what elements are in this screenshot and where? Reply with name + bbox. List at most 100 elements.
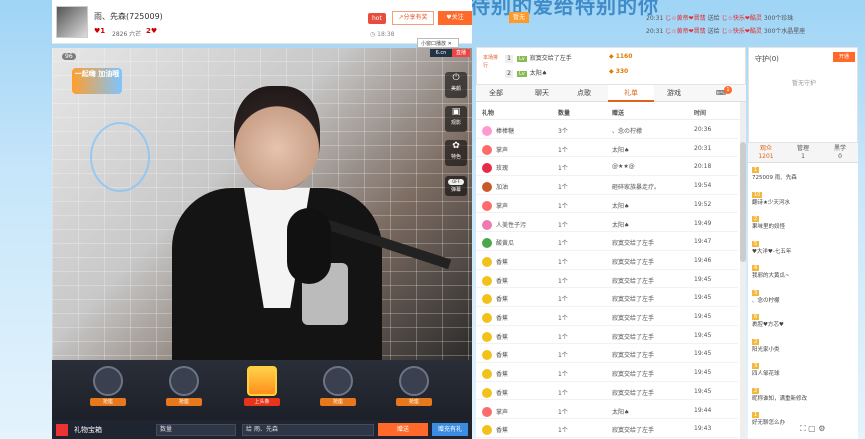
gift-time: 20:18 — [694, 163, 712, 171]
gift-sender[interactable]: 太阳♠ — [612, 407, 629, 416]
gift-name: 掌声 — [496, 146, 509, 154]
table-row: 加油 1个 砸碎家族暴走疗。 19:54 — [476, 176, 738, 195]
gift-sender[interactable]: 寂寞交给了左手 — [612, 238, 654, 247]
wealth-level: ♥1 — [94, 27, 106, 35]
gift-sender[interactable]: 寂寞交给了左手 — [612, 276, 654, 285]
close-icon[interactable]: ✕ — [448, 41, 452, 47]
table-row: 香蕉 1个 寂寞交给了左手 19:43 — [476, 419, 738, 438]
barrage-toggle[interactable]: OFF 弹幕 — [445, 176, 467, 196]
tab-audience[interactable]: 观众 1201 — [748, 145, 784, 161]
gift-sender[interactable]: 寂寞交给了左手 — [612, 369, 654, 378]
gift-sender[interactable]: 寂寞交给了左手 — [612, 425, 654, 434]
tab-games[interactable]: 游戏 — [654, 85, 694, 102]
tab-all[interactable]: 全部 — [476, 85, 516, 102]
gift-sender[interactable]: 寂寞交给了左手 — [612, 294, 654, 303]
level-badge: Lv — [517, 56, 527, 62]
gift-box-icon[interactable] — [56, 424, 68, 436]
gift-sender[interactable]: 寂寞交给了左手 — [612, 350, 654, 359]
watch-button[interactable]: ▣ 观影 — [445, 106, 467, 132]
tab-chat[interactable]: 聊天 — [522, 85, 562, 102]
audience-item[interactable]: 3 四人邹花球 — [752, 363, 856, 377]
seat-slot-3[interactable]: 抢座 — [320, 366, 356, 406]
live-video[interactable]: 96 一起嗨 加油哦 — [52, 48, 472, 360]
col-gift: 礼物 — [482, 110, 495, 117]
headline-slot[interactable]: 上头条 — [244, 366, 280, 406]
beauty-button[interactable]: ⏻ 美颜 — [445, 72, 467, 98]
table-row: 掌声 1个 太阳♠ 20:31 — [476, 139, 738, 158]
tab-songs[interactable]: 点歌 — [564, 85, 604, 102]
gift-sender[interactable]: 太阳♠ — [612, 220, 629, 229]
seat-avatar-icon — [93, 366, 123, 396]
gift-time: 19:45 — [694, 313, 712, 320]
gift-time: 19:45 — [694, 369, 712, 377]
notification-row: 20:31 じ☆黄帝❤晋翡 送给 じ☆快乐❤酷灵 300个珍珠 — [646, 15, 794, 22]
level-badge: 2 — [752, 387, 760, 394]
rank-row[interactable]: 1 Lv 寂寞交给了左手 ◆ 1160 — [505, 53, 632, 67]
audience-item[interactable]: 10 翻诗★少天河水 — [752, 191, 856, 206]
tab-admins[interactable]: 管理 1 — [785, 145, 821, 161]
gift-sender[interactable]: 太阳♠ — [612, 145, 629, 154]
gift-time: 19:45 — [694, 275, 712, 283]
fullscreen-icon[interactable]: ⛶ — [800, 424, 806, 433]
gift-icon — [482, 144, 492, 155]
seat-slot-2[interactable]: 抢座 — [166, 366, 202, 406]
gift-icon — [482, 406, 492, 417]
gift-time: 19:47 — [694, 238, 712, 246]
quantity-input[interactable]: 数量 — [156, 424, 236, 436]
toggle-switch[interactable]: OFF — [448, 179, 464, 185]
tab-blacklist[interactable]: 黑学 0 — [822, 145, 858, 161]
screenshot-icon[interactable]: ▢ — [808, 424, 816, 433]
gift-sender[interactable]: 寂寞交给了左手 — [612, 332, 654, 341]
gift-sender[interactable]: 砸碎家族暴走疗。 — [612, 182, 660, 191]
gift-icon — [482, 256, 492, 267]
tab-gift-list[interactable]: 礼单 — [608, 85, 654, 102]
gift-sender[interactable]: 寂寞交给了左手 — [612, 313, 654, 322]
effects-button[interactable]: ✿ 特色 — [445, 140, 467, 166]
follow-button[interactable]: ♥关注 — [438, 11, 472, 25]
gift-qty: 1个 — [558, 333, 568, 341]
gift-sender[interactable]: 太阳♠ — [612, 201, 629, 210]
gift-icon — [482, 275, 492, 286]
table-row: 香蕉 1个 寂寞交给了左手 19:45 — [476, 344, 738, 364]
audience-item[interactable]: 6 裹腔♥方芯♥ — [752, 314, 856, 328]
gift-name: 香蕉 — [496, 277, 509, 285]
audience-item[interactable]: 1 725009 雨、先森 — [752, 167, 856, 181]
gift-time: 19:44 — [694, 406, 712, 414]
gift-sender[interactable]: 寂寞交给了左手 — [612, 388, 654, 397]
anchor-avatar[interactable] — [56, 6, 88, 38]
gift-sender[interactable]: @★★@ — [612, 163, 635, 170]
rank-row[interactable]: 2 Lv 太阳♠ ◆ 330 — [505, 68, 628, 82]
audience-item[interactable]: 4 我邪的大黄瓜~ — [752, 265, 856, 279]
gift-sender[interactable]: 、念の柠檬 — [612, 126, 642, 135]
promo-banner-text: 待别的爱给特别的你 — [470, 0, 659, 18]
audience-name: 725009 雨、先森 — [752, 175, 797, 181]
gift-list-scrollbar[interactable] — [740, 102, 746, 439]
audience-item[interactable]: 2 阳光家小类 — [752, 338, 856, 353]
gift-qty: 1个 — [558, 165, 568, 173]
audience-item[interactable]: 5 ♥大洋♥-七五年 — [752, 240, 856, 255]
recipient-field[interactable]: 给 雨、先森 — [242, 424, 374, 436]
seat-bar: 抢座 抢座 上头条 抢座 抢座 — [52, 360, 472, 420]
gift-icon — [482, 387, 492, 398]
seat-avatar-icon — [399, 366, 429, 396]
audience-item[interactable]: 2 昵称谁知，满重新修改 — [752, 387, 856, 402]
microphone — [287, 208, 331, 284]
rank-status-tag: 暂无 — [509, 12, 530, 23]
audience-item[interactable]: 2 果味里的奴怪 — [752, 216, 856, 230]
recharge-button[interactable]: 赠充有礼 — [432, 423, 468, 436]
mini-window-tip[interactable]: 小窗口播放 ✕ — [417, 38, 459, 48]
send-gift-button[interactable]: 赠送 — [378, 423, 428, 436]
seat-slot-4[interactable]: 抢座 — [396, 366, 432, 406]
open-guardian-button[interactable]: 开通 — [833, 52, 855, 62]
audience-item[interactable]: 3 、念の柠檬 — [752, 289, 856, 304]
share-button[interactable]: ↗分享有奖 — [392, 11, 434, 25]
gift-name: 香蕉 — [496, 371, 509, 379]
gift-qty: 1个 — [558, 296, 568, 304]
seat-slot-1[interactable]: 抢座 — [90, 366, 126, 406]
level-badge: Lv — [517, 71, 527, 77]
gift-box-label[interactable]: 礼物宝箱 — [74, 425, 102, 435]
settings-icon[interactable]: ⚙ — [818, 424, 825, 433]
scroll-thumb[interactable] — [740, 142, 746, 262]
gift-sender[interactable]: 寂寞交给了左手 — [612, 257, 654, 266]
gift-time: 19:43 — [694, 425, 712, 433]
